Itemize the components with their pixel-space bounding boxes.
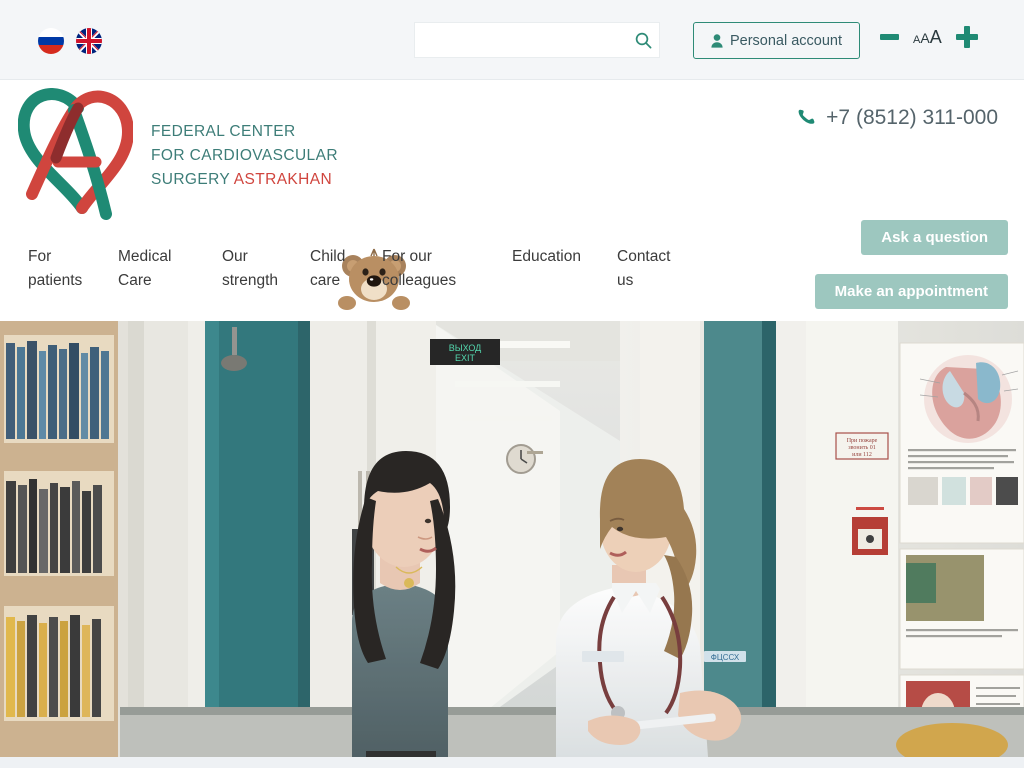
nav-contact-us-line2: us (617, 272, 634, 289)
logo-line-3-surgery: SURGERY (151, 170, 234, 188)
page-footer-strip (0, 757, 1024, 768)
phone-number[interactable]: +7 (8512) 311-000 (796, 106, 998, 130)
site-logo[interactable]: FEDERAL CENTER FOR CARDIOVASCULAR SURGER… (18, 88, 338, 223)
personal-account-label: Personal account (729, 32, 843, 49)
logo-line-1: FEDERAL CENTER (151, 122, 296, 140)
hero-slider: ВЫХОД EXIT При пожаре звонить 01 или 112 (0, 321, 1024, 757)
uk-flag-icon[interactable] (76, 28, 102, 54)
ask-a-question-button[interactable]: Ask a question (861, 220, 1008, 255)
site-header: FEDERAL CENTER FOR CARDIOVASCULAR SURGER… (0, 80, 1024, 321)
nav-for-patients[interactable]: For patients (28, 245, 118, 293)
personal-account-button[interactable]: Personal account (693, 22, 860, 59)
top-utility-bar: Personal account AAA (0, 0, 1024, 80)
hero-image: ВЫХОД EXIT При пожаре звонить 01 или 112 (0, 321, 1024, 757)
search-input[interactable] (415, 23, 627, 57)
russian-flag-icon[interactable] (38, 28, 64, 54)
make-an-appointment-button[interactable]: Make an appointment (814, 274, 1008, 309)
search-icon[interactable] (627, 32, 659, 49)
main-navigation: For patients Medical Care Our strength C… (28, 245, 718, 293)
logo-line-3: SURGERY ASTRAKHAN (151, 168, 338, 192)
header-cta-group: Ask a question Make an appointment (814, 220, 1008, 309)
language-switcher (38, 28, 102, 54)
nav-medical-care-line2: Care (118, 272, 152, 289)
nav-child-care-line2: care (310, 272, 341, 289)
nav-medical-care[interactable]: Medical Care (118, 245, 222, 293)
nav-for-patients-line1: For (28, 248, 52, 265)
font-decrease-icon[interactable] (880, 34, 899, 40)
logo-text: FEDERAL CENTER FOR CARDIOVASCULAR SURGER… (151, 120, 338, 192)
nav-our-strength-line2: strength (222, 272, 279, 289)
nav-child-care[interactable]: Child care (310, 245, 382, 293)
nav-for-colleagues-line2: colleagues (382, 272, 457, 289)
nav-for-colleagues[interactable]: For our colleagues (382, 245, 512, 293)
nav-child-care-line1: Child (310, 248, 346, 265)
nav-education[interactable]: Education (512, 245, 617, 293)
nav-our-strength[interactable]: Our strength (222, 245, 310, 293)
font-size-controls: AAA (880, 26, 978, 48)
nav-for-colleagues-line1: For our (382, 248, 432, 265)
nav-education-line1: Education (512, 248, 581, 265)
search-box (414, 22, 660, 58)
logo-line-3-astrakhan: ASTRAKHAN (233, 170, 333, 188)
nav-our-strength-line1: Our (222, 248, 248, 265)
nav-contact-us[interactable]: Contact us (617, 245, 677, 293)
heart-ribbon-a-logo-icon (18, 88, 133, 220)
nav-medical-care-line1: Medical (118, 248, 172, 265)
font-increase-icon[interactable] (955, 26, 978, 48)
nav-for-patients-line2: patients (28, 272, 83, 289)
person-icon (711, 33, 723, 48)
phone-number-label: +7 (8512) 311-000 (826, 106, 998, 129)
font-size-label[interactable]: AAA (913, 27, 942, 48)
logo-line-2: FOR CARDIOVASCULAR (151, 146, 338, 164)
phone-icon (796, 108, 816, 128)
nav-contact-us-line1: Contact (617, 248, 671, 265)
